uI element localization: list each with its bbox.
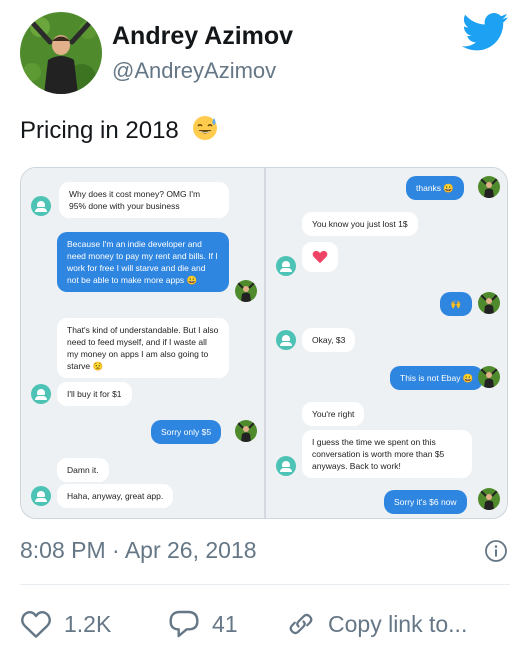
chat-bubble-incoming: That's kind of understandable. But I als… [57,318,229,378]
chat-bubble-incoming: I'll buy it for $1 [57,382,132,406]
chat-bubble-outgoing: Because I'm an indie developer and need … [57,232,229,292]
reply-button[interactable]: 41 [168,604,238,644]
bot-avatar-icon [31,384,51,404]
tweet-header: Andrey Azimov @AndreyAzimov [20,12,510,94]
author-handle[interactable]: @AndreyAzimov [112,58,276,84]
tweet-actions: 1.2K 41 Copy link to... [20,604,510,644]
chat-bubble-incoming: Haha, anyway, great app. [57,484,174,508]
like-count: 1.2K [64,610,112,637]
user-avatar-icon [235,420,257,442]
author-avatar[interactable] [20,12,102,94]
chat-pane-left: Why does it cost money? OMG I'm 95% done… [21,168,264,518]
tweet-media-image[interactable]: Why does it cost money? OMG I'm 95% done… [20,167,508,519]
chat-bubble-outgoing: thanks 😀 [406,176,464,200]
reply-icon [169,610,199,638]
chat-bubble-incoming: I guess the time we spent on this conver… [302,430,472,478]
tweet-timestamp[interactable]: 8:08 PM · Apr 26, 2018 [20,537,257,564]
bot-avatar-icon [276,256,296,276]
user-avatar-icon [478,366,500,388]
bot-avatar-icon [31,486,51,506]
chat-pane-right: thanks 😀 You know you just lost 1$ 🙌 Oka… [266,168,507,518]
tweet-text: Pricing in 2018 [20,114,219,145]
user-avatar-icon [478,292,500,314]
author-name[interactable]: Andrey Azimov [112,22,293,51]
copy-link-label: Copy link to... [328,610,468,637]
sweat-smile-emoji-icon [193,116,218,140]
chat-bubble-incoming: You're right [302,402,365,426]
chat-bubble-outgoing: This is not Ebay 😀 [390,366,484,390]
copy-link-button[interactable]: Copy link to... [286,604,467,644]
bot-avatar-icon [276,330,296,350]
heart-emoji-icon [312,250,328,264]
chat-bubble-incoming: You know you just lost 1$ [302,212,418,236]
chat-bubble-outgoing: 🙌 [440,292,472,316]
bot-avatar-icon [31,196,51,216]
heart-message-bubble [302,242,338,272]
chat-bubble-incoming: Why does it cost money? OMG I'm 95% done… [59,182,229,218]
divider [20,584,510,585]
bot-avatar-icon [276,456,296,476]
chat-bubble-incoming: Damn it. [57,458,109,482]
twitter-bird-icon [462,13,508,51]
reply-count: 41 [212,610,238,637]
chat-bubble-incoming: Okay, $3 [302,328,356,352]
user-avatar-icon [235,280,257,302]
tweet-text-content: Pricing in 2018 [20,117,179,144]
user-avatar-icon [478,488,500,510]
link-icon [289,613,313,635]
chat-bubble-outgoing: Sorry only $5 [151,420,222,444]
chat-bubble-outgoing: Sorry it's $6 now [384,490,467,514]
user-avatar-icon [478,176,500,198]
info-icon[interactable] [484,539,508,563]
like-button[interactable]: 1.2K [20,604,111,644]
heart-icon [21,611,51,638]
